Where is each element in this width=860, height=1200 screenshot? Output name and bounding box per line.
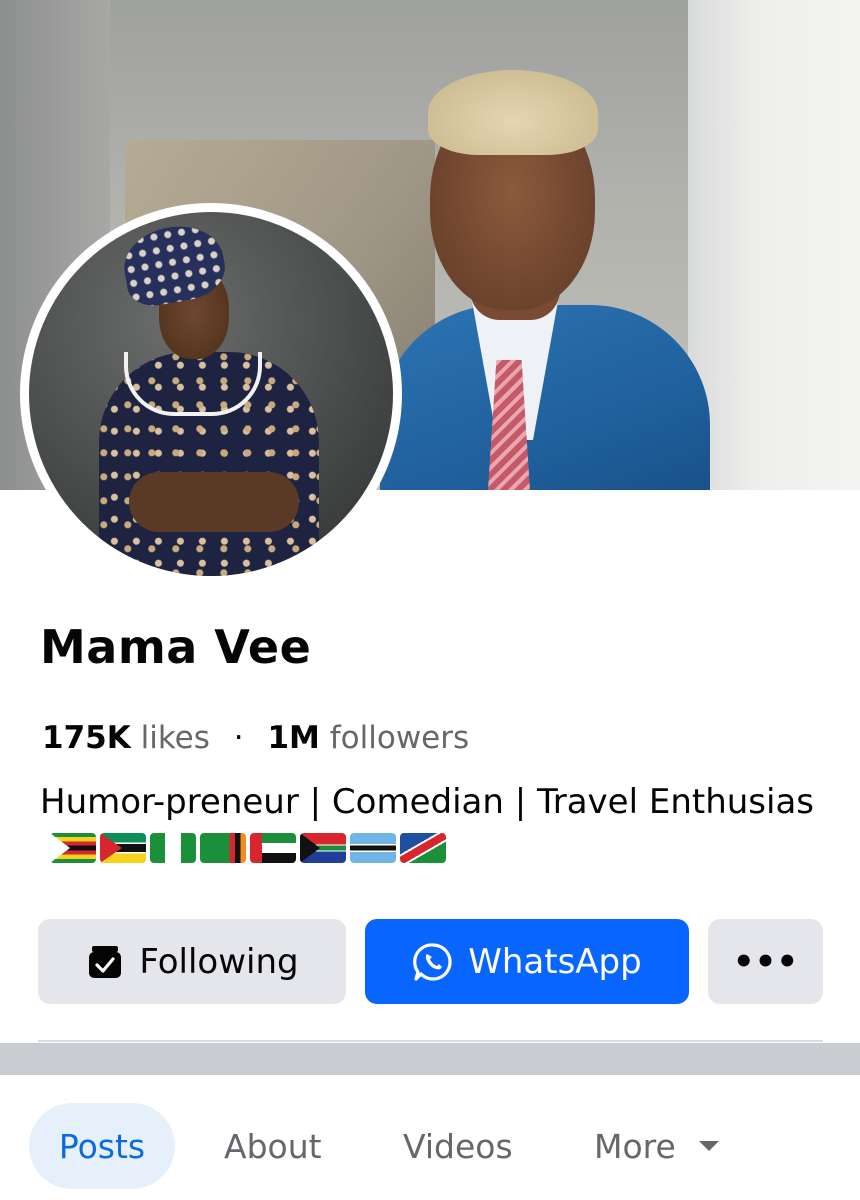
tab-posts[interactable]: Posts [29,1103,175,1189]
page-name: Mama Vee [40,620,312,674]
section-divider [38,1040,823,1042]
zimbabwe-flag-icon [50,832,96,863]
zambia-flag-icon [200,832,246,863]
whatsapp-button[interactable]: WhatsApp [365,919,689,1004]
bio-flags [50,832,446,863]
followers-count[interactable]: 1M [267,720,319,756]
tab-more-label: More [594,1126,676,1166]
nigeria-flag-icon [150,832,196,863]
namibia-flag-icon [400,832,446,863]
section-separator-band [0,1043,860,1075]
page-bio: Humor-preneur | Comedian | Travel Enthus… [40,780,830,868]
page-stats: 175K likes · 1M followers [42,720,469,756]
following-button[interactable]: Following [38,919,346,1004]
likes-label: likes [140,720,210,756]
cover-person-hair [428,70,598,155]
uae-flag-icon [250,832,296,863]
tab-videos-label: Videos [403,1126,513,1166]
followers-label[interactable]: followers [330,720,469,756]
whatsapp-icon [412,941,454,983]
tab-more[interactable]: More [594,1103,720,1189]
mozambique-flag-icon [100,832,146,863]
tab-about-label: About [224,1126,322,1166]
tab-about[interactable]: About [224,1103,322,1189]
tab-videos[interactable]: Videos [403,1103,513,1189]
bio-text: Humor-preneur | Comedian | Travel Enthus… [40,782,815,822]
profile-avatar[interactable] [29,212,393,576]
cover-background-pillar [688,0,860,490]
avatar-arms [129,472,299,532]
avatar-collar [124,352,262,416]
chevron-down-icon [698,1139,720,1153]
stats-separator: · [233,720,244,756]
more-options-button[interactable]: ••• [708,919,823,1004]
botswana-flag-icon [350,832,396,863]
following-label: Following [139,941,299,982]
more-options-dots-icon: ••• [732,941,799,982]
whatsapp-label: WhatsApp [468,941,642,982]
following-check-icon [85,942,125,982]
likes-count: 175K [42,720,131,756]
tab-posts-label: Posts [58,1126,146,1166]
south-africa-flag-icon [300,832,346,863]
